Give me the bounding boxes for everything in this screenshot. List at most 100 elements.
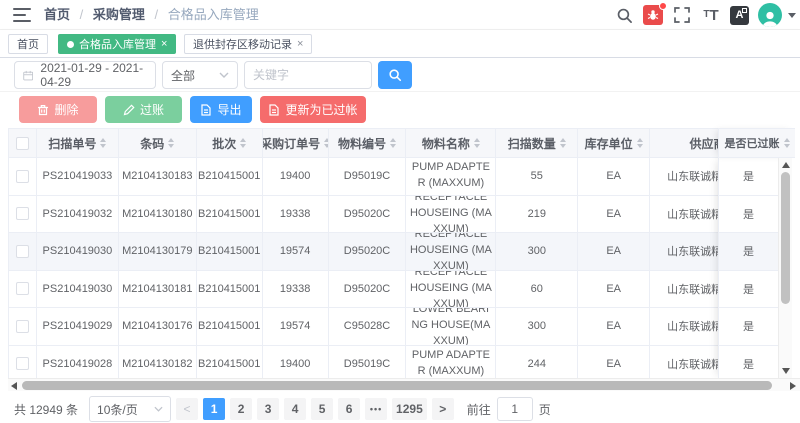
page-button-6[interactable]: 6: [338, 398, 360, 420]
tab-home[interactable]: 首页: [8, 34, 48, 54]
col-scan-qty[interactable]: 扫描数量: [496, 129, 578, 157]
sort-icon[interactable]: [784, 138, 790, 148]
close-icon[interactable]: ×: [297, 39, 303, 50]
cell-material-name: LOWER BEARING HOUSE(MAXXUM): [406, 308, 496, 345]
row-checkbox[interactable]: [16, 245, 29, 258]
close-icon[interactable]: ×: [161, 39, 167, 50]
row-checkbox[interactable]: [16, 282, 29, 295]
cell-po-no: 19338: [263, 271, 329, 308]
col-material-name[interactable]: 物料名称: [406, 129, 496, 157]
document-icon: [268, 104, 280, 116]
horizontal-scroll-thumb[interactable]: [22, 381, 772, 390]
cell-scan-no: PS210419029: [37, 308, 119, 345]
tab-qualified-inbound[interactable]: 合格品入库管理 ×: [58, 34, 176, 54]
col-posted-fixed[interactable]: 是否已过账: [718, 128, 795, 158]
page-size-select[interactable]: 10条/页: [89, 396, 171, 422]
table-row[interactable]: PS210419028 M2104130182 B210415001 19400…: [9, 346, 766, 379]
cell-batch: B210415001: [197, 346, 263, 379]
table-row[interactable]: PS210419029 M2104130176 B210415001 19574…: [9, 308, 766, 346]
goto-page-input[interactable]: [497, 397, 533, 421]
scroll-left-icon[interactable]: [11, 382, 17, 390]
horizontal-scrollbar[interactable]: [8, 378, 800, 391]
sort-icon[interactable]: [240, 138, 246, 148]
breadcrumb-home[interactable]: 首页: [44, 7, 70, 22]
vertical-scrollbar[interactable]: [778, 158, 792, 378]
col-po-no[interactable]: 采购订单号: [263, 129, 329, 157]
font-size-icon[interactable]: TT: [701, 5, 721, 25]
table-row[interactable]: PS210419030 M2104130181 B210415001 19338…: [9, 271, 766, 309]
chevron-down-icon[interactable]: [788, 13, 796, 18]
sort-icon[interactable]: [474, 138, 480, 148]
row-checkbox[interactable]: [16, 170, 29, 183]
page-button-3[interactable]: 3: [257, 398, 279, 420]
tab-return-seal-move[interactable]: 退供封存区移动记录 ×: [184, 34, 312, 54]
cell-material-no: D95019C: [329, 158, 407, 195]
vertical-scroll-thumb[interactable]: [781, 172, 790, 304]
search-icon[interactable]: [614, 5, 634, 25]
page-button-5[interactable]: 5: [311, 398, 333, 420]
sort-icon[interactable]: [637, 138, 643, 148]
page-button-4[interactable]: 4: [284, 398, 306, 420]
date-range-picker[interactable]: 2021-01-29 - 2021-04-29: [14, 61, 156, 89]
row-checkbox[interactable]: [16, 207, 29, 220]
prev-page-button[interactable]: <: [176, 398, 198, 420]
select-all-checkbox[interactable]: [16, 137, 29, 150]
scroll-right-icon[interactable]: [790, 382, 796, 390]
table-row[interactable]: PS210419030 M2104130179 B210415001 19574…: [9, 233, 766, 271]
sort-icon[interactable]: [390, 138, 396, 148]
hamburger-icon[interactable]: [13, 7, 31, 23]
action-bar: 删除 过账 导出 更新为已过帐: [0, 92, 800, 128]
table-row[interactable]: PS210419032 M2104130180 B210415001 19338…: [9, 196, 766, 234]
date-range-value: 2021-01-29 - 2021-04-29: [40, 61, 147, 89]
next-page-button[interactable]: >: [432, 398, 454, 420]
trash-icon: [37, 104, 49, 116]
select-all-checkbox-cell: [9, 129, 37, 157]
language-icon[interactable]: A: [730, 6, 749, 25]
sort-icon[interactable]: [560, 138, 566, 148]
cell-unit: EA: [578, 271, 650, 308]
col-material-no[interactable]: 物料编号: [329, 129, 407, 157]
keyword-field-wrap: [244, 61, 372, 89]
tags-view-bar: 首页 合格品入库管理 × 退供封存区移动记录 ×: [0, 30, 800, 58]
update-posted-button[interactable]: 更新为已过帐: [260, 96, 366, 123]
delete-button[interactable]: 删除: [19, 96, 97, 123]
scroll-up-icon[interactable]: [782, 162, 790, 168]
row-checkbox[interactable]: [16, 357, 29, 370]
top-navbar: 首页 / 采购管理 / 合格品入库管理 TT A: [0, 0, 800, 30]
search-button[interactable]: [378, 61, 412, 89]
cell-material-no: D95020C: [329, 233, 407, 270]
page-button-1[interactable]: 1: [203, 398, 225, 420]
cell-scan-qty: 244: [496, 346, 578, 379]
fullscreen-icon[interactable]: [672, 5, 692, 25]
col-barcode[interactable]: 条码: [119, 129, 197, 157]
col-batch[interactable]: 批次: [197, 129, 263, 157]
more-pages-button[interactable]: •••: [365, 398, 387, 420]
post-button[interactable]: 过账: [105, 96, 182, 123]
avatar[interactable]: [758, 3, 782, 27]
cell-scan-no: PS210419033: [37, 158, 119, 195]
breadcrumb: 首页 / 采购管理 / 合格品入库管理: [44, 0, 265, 30]
type-select[interactable]: 全部: [162, 61, 238, 89]
table-row[interactable]: PS210419033 M2104130183 B210415001 19400…: [9, 158, 766, 196]
notification-badge: [659, 2, 667, 10]
button-label: 更新为已过帐: [285, 101, 357, 118]
last-page-button[interactable]: 1295: [392, 398, 427, 420]
row-checkbox[interactable]: [16, 320, 29, 333]
cell-material-no: D95019C: [329, 346, 407, 379]
document-icon: [200, 104, 212, 116]
error-log-button[interactable]: [643, 5, 663, 25]
page-button-2[interactable]: 2: [230, 398, 252, 420]
breadcrumb-purchase[interactable]: 采购管理: [93, 7, 145, 22]
scroll-down-icon[interactable]: [782, 368, 790, 374]
goto-page: 前往 页: [467, 397, 551, 421]
cell-scan-qty: 60: [496, 271, 578, 308]
export-button[interactable]: 导出: [190, 96, 252, 123]
sort-icon[interactable]: [168, 138, 174, 148]
col-unit[interactable]: 库存单位: [578, 129, 650, 157]
cell-unit: EA: [578, 233, 650, 270]
sort-icon[interactable]: [100, 138, 106, 148]
cell-material-name: RECEPTACLE HOUSEING (MAXXUM): [406, 196, 496, 233]
col-scan-no[interactable]: 扫描单号: [37, 129, 119, 157]
cell-po-no: 19400: [263, 346, 329, 379]
keyword-input[interactable]: [253, 68, 363, 82]
